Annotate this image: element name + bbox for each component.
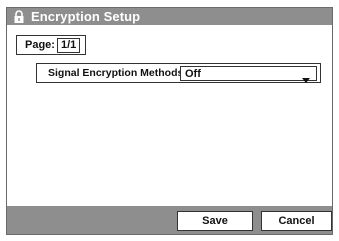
encryption-setup-window: Encryption Setup Page: 1/1 Signal Encryp…	[6, 7, 333, 235]
page-label: Page:	[25, 39, 55, 51]
signal-encryption-row: Signal Encryption Methods Off	[36, 63, 321, 83]
cancel-button[interactable]: Cancel	[261, 211, 332, 231]
lock-icon	[12, 9, 26, 24]
page-number: 1/1	[56, 37, 81, 53]
footer-bar: Save Cancel	[7, 206, 332, 234]
page-indicator: Page: 1/1	[16, 35, 87, 55]
save-button[interactable]: Save	[177, 211, 253, 231]
signal-encryption-label: Signal Encryption Methods	[48, 67, 184, 79]
signal-encryption-value: Off	[185, 67, 201, 80]
signal-encryption-select[interactable]: Off	[180, 66, 317, 83]
window-title: Encryption Setup	[31, 9, 141, 24]
title-bar: Encryption Setup	[7, 8, 332, 25]
chevron-down-icon	[302, 71, 310, 83]
